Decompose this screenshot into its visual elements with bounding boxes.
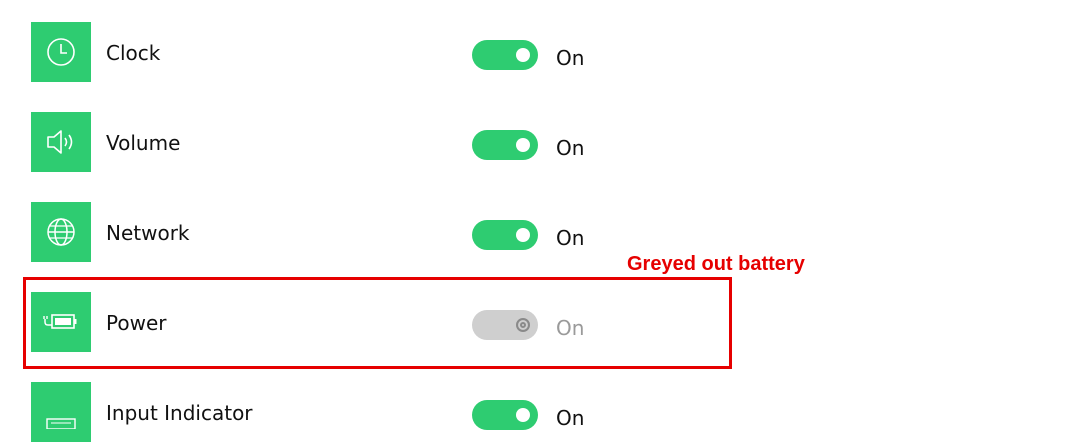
setting-row-input-indicator: Input Indicator On (0, 382, 1067, 446)
toggle-knob (516, 48, 530, 62)
toggle-knob (516, 408, 530, 422)
keyboard-icon (31, 382, 91, 442)
volume-toggle[interactable] (472, 130, 538, 160)
setting-label-clock: Clock (106, 41, 161, 65)
network-toggle[interactable] (472, 220, 538, 250)
annotation-text: Greyed out battery (627, 253, 805, 275)
setting-label-network: Network (106, 221, 190, 245)
setting-row-network: Network On (0, 202, 1067, 266)
setting-row-clock: Clock On (0, 22, 1067, 86)
annotation-highlight-box (23, 277, 732, 369)
clock-icon (31, 22, 91, 82)
toggle-knob (516, 228, 530, 242)
globe-icon (31, 202, 91, 262)
setting-row-volume: Volume On (0, 112, 1067, 176)
clock-toggle[interactable] (472, 40, 538, 70)
input-indicator-state: On (556, 406, 585, 430)
setting-label-input-indicator: Input Indicator (106, 401, 253, 425)
clock-state: On (556, 46, 585, 70)
volume-state: On (556, 136, 585, 160)
input-indicator-toggle[interactable] (472, 400, 538, 430)
toggle-knob (516, 138, 530, 152)
speaker-icon (31, 112, 91, 172)
setting-label-volume: Volume (106, 131, 181, 155)
network-state: On (556, 226, 585, 250)
